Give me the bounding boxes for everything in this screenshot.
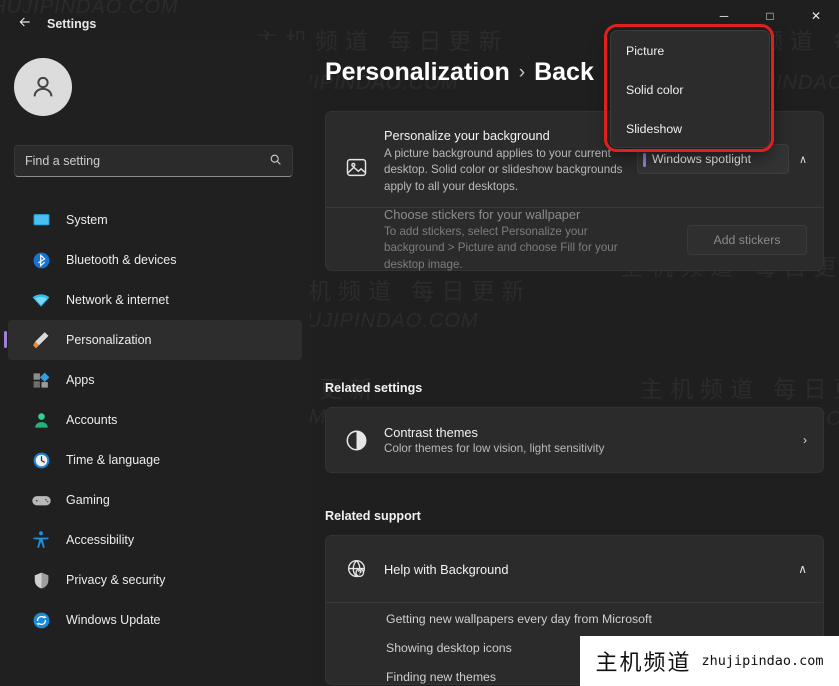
watermark-badge-en: zhujipindao.com	[701, 653, 824, 669]
sidebar-item-privacy-security[interactable]: Privacy & security	[8, 560, 302, 600]
sidebar: Find a setting System Bluetooth & device…	[0, 40, 310, 686]
background-type-combobox-wrap: Windows spotlight ∧	[636, 144, 807, 174]
combobox-value: Windows spotlight	[651, 152, 752, 166]
dropdown-option-slideshow[interactable]: Slideshow	[611, 109, 769, 148]
related-support-heading: Related support	[325, 509, 421, 523]
sidebar-item-label: Bluetooth & devices	[66, 253, 177, 267]
sidebar-item-label: Accessibility	[66, 533, 135, 547]
gamepad-icon	[30, 489, 52, 511]
background-type-combobox[interactable]: Windows spotlight	[636, 144, 789, 174]
breadcrumb-current: Back	[534, 58, 594, 86]
contrast-themes-title: Contrast themes	[384, 425, 478, 440]
contrast-themes-row[interactable]: Contrast themes Color themes for low vis…	[326, 408, 823, 472]
sidebar-item-system[interactable]: System	[8, 200, 302, 240]
stickers-texts: Choose stickers for your wallpaper To ad…	[342, 207, 687, 273]
help-texts: Help with Background	[370, 562, 798, 577]
user-avatar-icon	[33, 76, 53, 97]
contrast-themes-subtitle: Color themes for low vision, light sensi…	[384, 442, 605, 455]
sidebar-item-label: Network & internet	[66, 293, 169, 307]
sidebar-item-personalization[interactable]: Personalization	[4, 320, 302, 360]
divider	[326, 602, 823, 603]
paintbrush-icon	[30, 329, 52, 351]
contrast-icon	[342, 429, 370, 452]
sidebar-item-accessibility[interactable]: Accessibility	[8, 520, 302, 560]
add-stickers-button[interactable]: Add stickers	[687, 225, 807, 255]
background-description: A picture background applies to your cur…	[384, 147, 623, 193]
watermark-badge: 主机频道 zhujipindao.com	[580, 636, 839, 686]
accessibility-icon	[30, 529, 52, 551]
sidebar-item-gaming[interactable]: Gaming	[8, 480, 302, 520]
window-controls: ─ □ ✕	[701, 0, 839, 32]
app-title: Settings	[47, 17, 97, 31]
arrow-left-icon	[19, 17, 30, 27]
shield-icon	[30, 569, 52, 591]
sidebar-item-windows-update[interactable]: Windows Update	[8, 600, 302, 640]
stickers-description: To add stickers, select Personalize your…	[384, 225, 618, 271]
background-type-dropdown: Picture Solid color Slideshow	[610, 30, 770, 148]
maximize-button[interactable]: □	[747, 0, 793, 32]
search-placeholder: Find a setting	[25, 154, 101, 168]
stickers-row: Choose stickers for your wallpaper To ad…	[326, 207, 823, 273]
bluetooth-icon	[30, 249, 52, 271]
clock-icon	[30, 449, 52, 471]
related-settings-heading: Related settings	[325, 381, 423, 395]
help-with-background-row[interactable]: Help with Background ∧	[326, 536, 823, 602]
watermark-badge-cn: 主机频道	[595, 651, 692, 676]
sidebar-item-network-internet[interactable]: Network & internet	[8, 280, 302, 320]
breadcrumb-root[interactable]: Personalization	[325, 58, 510, 86]
sidebar-item-label: Accounts	[66, 413, 118, 427]
contrast-themes-card[interactable]: Contrast themes Color themes for low vis…	[325, 407, 824, 473]
stickers-title: Choose stickers for your wallpaper	[384, 207, 581, 223]
sidebar-item-label: Windows Update	[66, 613, 161, 627]
chevron-right-icon: ›	[518, 62, 526, 83]
back-button[interactable]	[10, 10, 40, 34]
sidebar-item-label: Gaming	[66, 493, 110, 507]
apps-icon	[30, 369, 52, 391]
help-title: Help with Background	[384, 561, 509, 577]
sidebar-item-time-language[interactable]: Time & language	[8, 440, 302, 480]
image-icon	[342, 142, 370, 193]
settings-window: ZHUJIPINDAO.COM 主机频道 每日更新 ZHUJIPINDAO.CO…	[0, 0, 839, 686]
chevron-up-icon[interactable]: ∧	[799, 153, 807, 166]
chevron-up-icon[interactable]: ∧	[798, 562, 807, 576]
update-icon	[30, 609, 52, 631]
sidebar-item-label: Personalization	[66, 333, 152, 347]
dropdown-option-solid-color[interactable]: Solid color	[611, 70, 769, 109]
avatar[interactable]	[14, 58, 72, 116]
wifi-icon	[30, 289, 52, 311]
globe-help-icon	[342, 558, 370, 581]
breadcrumb: Personalization › Back	[325, 58, 594, 87]
search-input[interactable]: Find a setting	[14, 145, 293, 177]
sidebar-item-label: Time & language	[66, 453, 161, 467]
sidebar-item-label: Privacy & security	[66, 573, 166, 587]
sidebar-item-accounts[interactable]: Accounts	[8, 400, 302, 440]
monitor-icon	[30, 209, 52, 231]
person-icon	[30, 409, 52, 431]
sidebar-item-label: Apps	[66, 373, 95, 387]
sidebar-item-label: System	[66, 213, 108, 227]
close-button[interactable]: ✕	[793, 0, 839, 32]
sidebar-nav: System Bluetooth & devices Network & int…	[0, 200, 310, 640]
chevron-right-icon: ›	[803, 433, 807, 447]
dropdown-option-picture[interactable]: Picture	[611, 31, 769, 70]
search-icon	[269, 153, 282, 169]
sidebar-item-apps[interactable]: Apps	[8, 360, 302, 400]
help-link[interactable]: Getting new wallpapers every day from Mi…	[386, 612, 652, 626]
contrast-themes-texts: Contrast themes Color themes for low vis…	[370, 425, 803, 455]
sidebar-item-bluetooth-devices[interactable]: Bluetooth & devices	[8, 240, 302, 280]
minimize-button[interactable]: ─	[701, 0, 747, 32]
